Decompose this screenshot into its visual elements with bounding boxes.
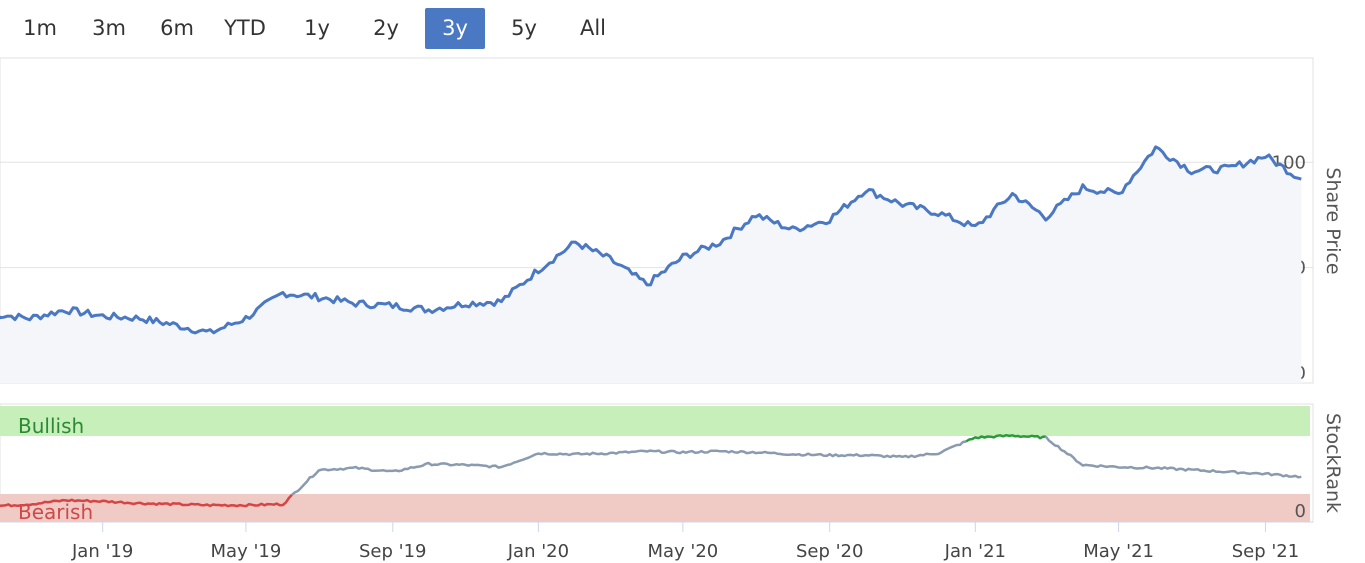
bullish-band <box>0 406 1310 436</box>
time-axis: Jan '19 May '19 Sep '19 Jan '20 May '20 Sep '… <box>0 521 1313 562</box>
stockrank-tick-label: 0 <box>1295 501 1306 522</box>
price-axis-title: Share Price <box>1322 167 1344 274</box>
x-tick-label: May '20 <box>647 541 718 562</box>
share-price-panel: 050100Share Price <box>0 57 1344 384</box>
x-tick-label: Sep '20 <box>796 541 864 562</box>
x-tick-label: May '19 <box>211 541 282 562</box>
x-tick-label: Jan '21 <box>944 541 1006 562</box>
stockrank-panel: Bullish Bearish 0 StockRank <box>0 403 1344 524</box>
x-tick-label: Jan '19 <box>71 541 133 562</box>
x-tick-label: Sep '21 <box>1232 541 1300 562</box>
bearish-band <box>0 494 1310 522</box>
x-tick-label: Jan '20 <box>507 541 569 562</box>
stockrank-axis-title: StockRank <box>1322 413 1344 513</box>
stock-chart: 050100Share Price Bullish Bearish 0 StockRa… <box>0 57 1344 562</box>
bearish-label: Bearish <box>18 500 93 524</box>
x-tick-label: Sep '19 <box>359 541 427 562</box>
bullish-label: Bullish <box>18 414 84 438</box>
x-tick-label: May '21 <box>1083 541 1154 562</box>
